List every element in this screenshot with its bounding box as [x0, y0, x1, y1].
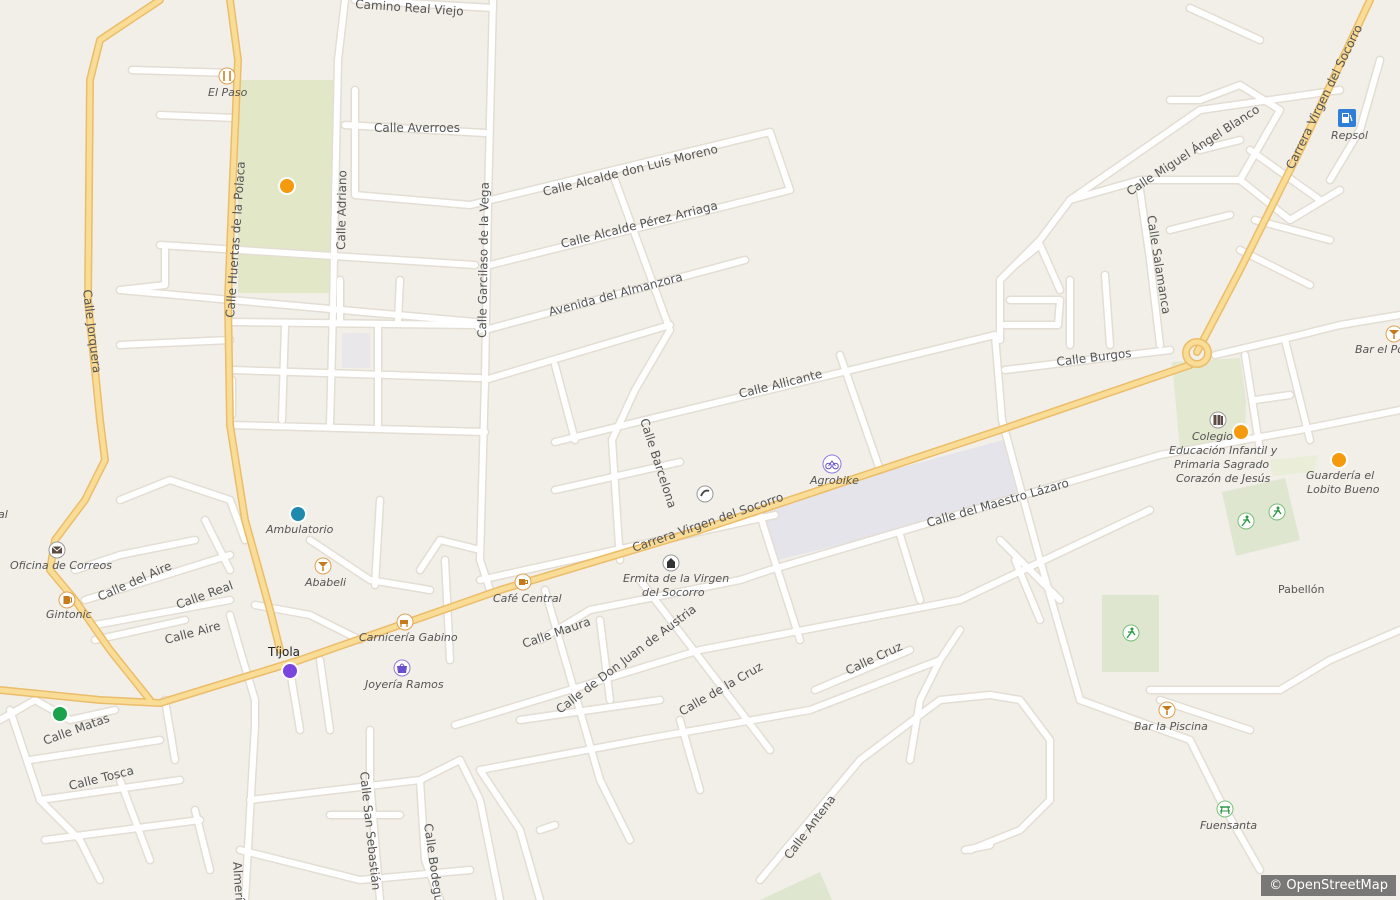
place-marker[interactable] [281, 662, 299, 680]
poi-label-ermita[interactable]: del Socorro [642, 586, 705, 599]
running-figure-icon[interactable] [1237, 512, 1255, 530]
poi-dot[interactable] [289, 505, 307, 523]
envelope-icon[interactable] [48, 541, 66, 559]
poi-label-pabellon[interactable]: Pabellón [1278, 583, 1324, 596]
poi-dot[interactable] [278, 177, 296, 195]
cocktail-glass-icon[interactable] [314, 557, 332, 575]
picnic-table-icon[interactable] [1216, 800, 1234, 818]
poi-label-guarderia[interactable]: Guardería el [1306, 469, 1374, 482]
poi-label-agrobike[interactable]: Agrobike [809, 474, 859, 487]
poi-label-colegio[interactable]: Primaria Sagrado [1174, 458, 1269, 471]
poi-label-fuensanta[interactable]: Fuensanta [1200, 819, 1257, 832]
running-figure-icon[interactable] [1122, 624, 1140, 642]
poi-label-colegio[interactable]: Educación Infantil y [1169, 444, 1278, 457]
parking-area [342, 333, 370, 368]
poi-label-el-paso[interactable]: El Paso [208, 86, 248, 99]
beer-mug-icon[interactable] [58, 591, 76, 609]
coffee-cup-icon[interactable] [514, 573, 532, 591]
poi-label-colegio[interactable]: Colegio [1192, 430, 1233, 443]
poi-label-ababeli[interactable]: Ababeli [304, 576, 346, 589]
shopping-bag-icon[interactable] [393, 659, 411, 677]
poi-dot[interactable] [1232, 423, 1250, 441]
poi-label-cafe-central[interactable]: Café Central [493, 592, 562, 605]
chapel-icon[interactable] [662, 554, 680, 572]
running-figure-icon[interactable] [1268, 503, 1286, 521]
poi-label-correos[interactable]: Oficina de Correos [10, 559, 112, 572]
bicycle-icon[interactable] [822, 454, 842, 474]
poi-label-carniceria[interactable]: Carnicería Gabino [359, 631, 458, 644]
poi-label-bar-el-po[interactable]: Bar el Po [1355, 343, 1400, 356]
poi-label-gintonic[interactable]: Gintonic [46, 608, 92, 621]
poi-label-colegio[interactable]: Corazón de Jesús [1176, 472, 1271, 485]
books-icon[interactable] [1209, 411, 1227, 429]
cocktail-glass-icon[interactable] [1158, 701, 1176, 719]
attribution[interactable]: © OpenStreetMap [1261, 875, 1396, 896]
street-label: Calle Averroes [374, 121, 460, 135]
poi-label-bar-la-piscina[interactable]: Bar la Piscina [1134, 720, 1208, 733]
poi-label-repsol[interactable]: Repsol [1331, 129, 1368, 142]
poi-label-ermita[interactable]: Ermita de la Virgen [623, 572, 729, 585]
poi-label-guarderia[interactable]: Lobito Bueno [1307, 483, 1380, 496]
map-view[interactable]: Camino Real Viejo Calle Averroes Calle A… [0, 0, 1400, 900]
cow-icon[interactable] [396, 613, 414, 631]
street-label: Calle Adriano [334, 170, 349, 250]
street-label: Calle Garcilaso de la Vega [475, 182, 492, 338]
poi-dot[interactable] [51, 705, 69, 723]
poi-dot[interactable] [1330, 451, 1348, 469]
poi-label-joyeria[interactable]: Joyería Ramos [363, 678, 444, 691]
fork-knife-icon[interactable] [218, 67, 236, 85]
poi-label-fragment: al [0, 508, 8, 521]
poi-label-ambulatorio[interactable]: Ambulatorio [265, 523, 334, 536]
street-label: Almería [230, 861, 247, 900]
cocktail-glass-icon[interactable] [1385, 325, 1400, 343]
map-canvas[interactable]: Camino Real Viejo Calle Averroes Calle A… [0, 0, 1400, 900]
place-label: Tíjola [267, 645, 300, 659]
telephone-icon[interactable] [696, 485, 714, 503]
fuel-pump-icon[interactable] [1338, 109, 1356, 127]
